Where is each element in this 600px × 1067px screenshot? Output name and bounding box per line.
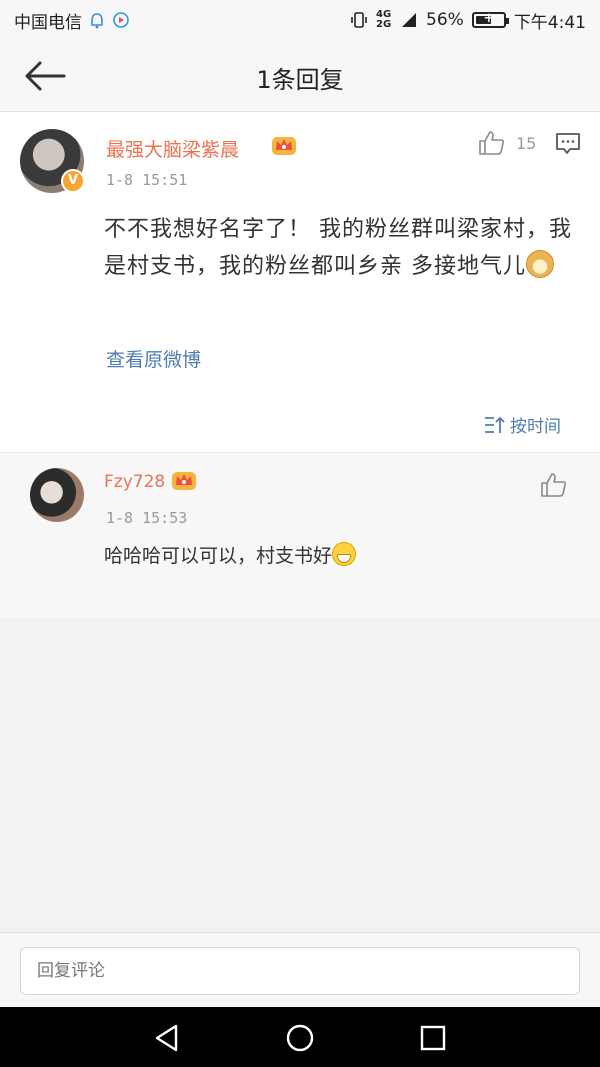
comment-reply-icon[interactable] [555, 132, 581, 156]
nav-back-icon[interactable] [150, 1021, 184, 1055]
system-nav-bar [0, 1007, 600, 1067]
clock: 下午4:41 [513, 12, 586, 33]
reply-text: 哈哈哈可以可以，村支书好 [104, 545, 333, 567]
vibrate-icon [351, 12, 367, 28]
like-count: 15 [516, 133, 537, 153]
reply-input[interactable] [20, 947, 580, 995]
reply-body: 哈哈哈可以可以，村支书好 [104, 541, 357, 568]
sort-by-time-button[interactable]: 按时间 [484, 412, 561, 437]
page-title: 1条回复 [256, 66, 344, 94]
grin-emoji-icon [332, 542, 357, 566]
doge-emoji-icon [526, 250, 554, 278]
media-app-icon [113, 12, 129, 28]
nav-home-icon[interactable] [283, 1021, 317, 1055]
crown-icon [172, 472, 196, 490]
status-right: 4G 2G 56% + 下午4:41 [350, 8, 586, 33]
status-left: 中国电信 [14, 8, 130, 33]
like-button[interactable]: 15 [478, 130, 536, 156]
thumbs-up-icon [479, 131, 505, 155]
reply-timestamp: 1-8 15:53 [106, 509, 188, 527]
carrier-label: 中国电信 [14, 12, 82, 33]
sort-label: 按时间 [510, 417, 561, 437]
view-original-link[interactable]: 查看原微博 [106, 345, 201, 372]
battery-percent: 56% [426, 10, 464, 30]
reply-like-button[interactable] [540, 472, 568, 498]
status-bar: 中国电信 4G 2G 56% + 下午4:41 [0, 0, 600, 40]
battery-icon: + [471, 11, 509, 28]
notification-bot-icon [91, 13, 103, 29]
reply-username[interactable]: Fzy728 [104, 472, 165, 492]
reply-input-bar [0, 932, 600, 1007]
crown-icon [272, 137, 296, 155]
header: 1条回复 [0, 40, 600, 112]
verified-badge: V [61, 169, 85, 193]
reply-avatar[interactable] [30, 468, 84, 522]
reply-item: Fzy728 1-8 15:53 哈哈哈可以可以，村支书好 [0, 452, 600, 618]
main-comment: V 最强大脑梁紫晨 1-8 15:51 15 不不我想好名字了！ 我的粉丝群叫梁… [0, 112, 600, 452]
comment-username[interactable]: 最强大脑梁紫晨 [106, 135, 239, 162]
signal-icon [402, 13, 417, 27]
comment-text: 不不我想好名字了！ 我的粉丝群叫梁家村，我是村支书，我的粉丝都叫乡亲 多接地气儿 [104, 217, 572, 279]
comment-timestamp: 1-8 15:51 [106, 171, 188, 189]
sort-icon [485, 416, 505, 433]
nav-recents-icon[interactable] [416, 1021, 450, 1055]
network-type-label: 4G 2G [376, 9, 392, 30]
comment-body: 不不我想好名字了！ 我的粉丝群叫梁家村，我是村支书，我的粉丝都叫乡亲 多接地气儿 [104, 211, 574, 285]
